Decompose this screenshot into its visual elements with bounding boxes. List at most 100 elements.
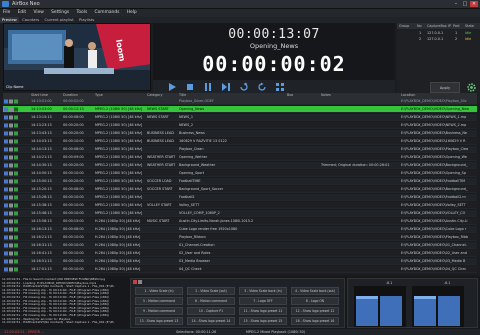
row-title: 02_User and Roles bbox=[179, 251, 211, 255]
menu-tools[interactable]: Tools bbox=[73, 9, 90, 16]
row-cat: SOCCER LOAD bbox=[147, 179, 172, 183]
row-loc: E:\PLAYBOX_DEMO\VIDEO\Playbox_Clea bbox=[401, 147, 469, 151]
row-start: 14:15:58:13 bbox=[31, 219, 52, 223]
gfx-button[interactable]: 10 - Capture P1 bbox=[187, 307, 235, 315]
row-dur: 00:00:09:00 bbox=[63, 155, 84, 159]
row-dur: 00:00:08:00 bbox=[63, 115, 84, 119]
row-status-icon bbox=[4, 219, 18, 224]
minimize-icon[interactable]: – bbox=[452, 1, 460, 7]
close-icon[interactable]: ✕ bbox=[470, 1, 478, 7]
row-start: 14:13:03:00 bbox=[31, 107, 52, 111]
side-header-port: Port bbox=[453, 24, 460, 28]
skip-next-icon[interactable] bbox=[221, 82, 231, 92]
gfx-button[interactable]: 5 - Motion command bbox=[135, 297, 183, 305]
apply-button[interactable]: Apply bbox=[430, 82, 460, 93]
row-title: 01_Channel-Creation bbox=[179, 243, 215, 247]
row-cat: BUSINESS LEAD bbox=[147, 139, 174, 143]
row-cat: SOCCER START bbox=[147, 187, 173, 191]
side-row[interactable]: 2 127.0.0.1 2 Idle bbox=[397, 36, 480, 42]
playlist-row[interactable]: 14:13:43:13 00:00:20:00 MPEG-2 (1080i 50) … bbox=[3, 130, 477, 137]
row-start: 14:15:00:13 bbox=[31, 179, 52, 183]
playlist-row[interactable]: 14:14:50:13 00:00:10:00 MPEG-2 (1080i 50) … bbox=[3, 170, 477, 177]
gfx-button[interactable]: 13 - Show logo preset 13 bbox=[135, 317, 183, 325]
gfx-button[interactable]: 3 - Video Scale back (in) bbox=[239, 287, 287, 295]
row-type: H.264 (1080p 50) [48 kHz] bbox=[95, 227, 141, 231]
row-status-icon bbox=[4, 251, 18, 256]
row-type: H.264 (1080p 50) [48 kHz] bbox=[95, 235, 141, 239]
menu-settings[interactable]: Settings bbox=[48, 9, 72, 16]
gfx-button[interactable]: 6 - Motion command bbox=[187, 297, 235, 305]
playlist-row[interactable]: 14:13:01:00 00:00:02:00 Playbox_Silver-ODE… bbox=[3, 98, 477, 105]
menu-help[interactable]: Help bbox=[124, 9, 140, 16]
status-bar: 11:03:02:51 - ERROR ... Selections: 00:0… bbox=[0, 329, 480, 335]
playlist-row[interactable]: 14:16:51:13 00:00:10:00 H.264 (1080p 50) [… bbox=[3, 258, 477, 265]
row-title: FootballTIME bbox=[179, 179, 201, 183]
row-status-icon bbox=[4, 211, 18, 216]
row-type: H.264 (1080p 50) [48 kHz] bbox=[95, 219, 141, 223]
gfx-button[interactable]: 8 - Logo ON bbox=[291, 297, 339, 305]
playlist-row[interactable]: 14:16:41:13 00:00:10:00 H.264 (1080p 50) [… bbox=[3, 250, 477, 257]
row-dur: 00:00:08:00 bbox=[63, 227, 84, 231]
row-status-icon bbox=[4, 123, 18, 128]
playlist-row[interactable]: 14:13:03:00 00:00:12:13 MPEG-2 (1080i 50) … bbox=[3, 106, 477, 113]
gfx-button[interactable]: 16 - Show logo preset 16 bbox=[291, 317, 339, 325]
playlist-row[interactable]: 14:15:48:13 00:00:10:00 MPEG-2 (1080i 50) … bbox=[3, 210, 477, 217]
playlist-row[interactable]: 14:14:30:13 00:00:20:00 MPEG-2 (1080i 50) … bbox=[3, 162, 477, 169]
row-start: 14:15:20:13 bbox=[31, 187, 52, 191]
menu-edit[interactable]: Edit bbox=[15, 9, 30, 16]
playlist-row[interactable]: 14:15:20:13 00:00:08:00 MPEG-2 (1080i 50) … bbox=[3, 186, 477, 193]
playlist-row[interactable]: 14:15:58:13 00:00:15:00 H.264 (1080p 50) [… bbox=[3, 218, 477, 225]
stop-icon[interactable] bbox=[185, 82, 195, 92]
row-type: H.264 (1080p 50) [48 kHz] bbox=[95, 259, 141, 263]
play-icon[interactable] bbox=[167, 82, 177, 92]
elapsed-timecode: 00:00:13:07 bbox=[228, 27, 320, 42]
pause-icon[interactable] bbox=[203, 82, 213, 92]
row-dur: 00:00:10:00 bbox=[63, 211, 84, 215]
gear-icon[interactable] bbox=[466, 82, 477, 93]
gfx-button[interactable]: 11 - Show logo preset 11 bbox=[239, 307, 287, 315]
gfx-button[interactable]: 15 - Show logo preset 15 bbox=[239, 317, 287, 325]
gfx-button[interactable]: 4 - Video Scale back (out) bbox=[291, 287, 339, 295]
row-start: 14:14:03:13 bbox=[31, 139, 52, 143]
playlist-row[interactable]: 14:13:15:13 00:00:08:00 MPEG-2 (1080i 50) … bbox=[3, 114, 477, 121]
refresh-icon[interactable] bbox=[257, 82, 267, 92]
row-title: Volley_SETT bbox=[179, 203, 200, 207]
playlist-row[interactable]: 14:16:13:13 00:00:08:00 H.264 (1080p 50) [… bbox=[3, 226, 477, 233]
playlist-row[interactable]: 14:15:28:13 00:00:10:00 MPEG-2 (1080i 50) … bbox=[3, 194, 477, 201]
row-start: 14:16:21:13 bbox=[31, 235, 52, 239]
row-start: 14:13:43:13 bbox=[31, 131, 52, 135]
row-title: Playbox_Clean bbox=[179, 147, 204, 151]
grid-options-icon[interactable] bbox=[275, 82, 285, 92]
gfx-button[interactable]: 14 - Show logo preset 14 bbox=[187, 317, 235, 325]
row-cat: NEWS START bbox=[147, 115, 169, 119]
playlist-row[interactable]: 14:13:23:13 00:00:20:00 MPEG-2 (1080i 50) … bbox=[3, 122, 477, 129]
playlist-row[interactable]: 14:14:21:13 00:00:09:00 MPEG-2 (1080i 50) … bbox=[3, 154, 477, 161]
playlist-row[interactable]: 14:14:03:13 00:00:10:00 MPEG-2 (1080i 50) … bbox=[3, 138, 477, 145]
menu-view[interactable]: View bbox=[30, 9, 46, 16]
menu-file[interactable]: File bbox=[0, 9, 13, 16]
playlist-row[interactable]: 14:16:31:13 00:00:10:00 H.264 (1080p 50) [… bbox=[3, 242, 477, 249]
gfx-button[interactable]: 1 - Video Scale (in) bbox=[135, 287, 183, 295]
audio-level-left: -6.1 bbox=[386, 281, 393, 285]
menu-commands[interactable]: Commands bbox=[92, 9, 123, 16]
row-notes: Trimmed; Original duration: 00:00:26:02 bbox=[321, 163, 390, 167]
gfx-button[interactable]: 12 - Show logo preset 12 bbox=[291, 307, 339, 315]
preview-caption: Clip Name bbox=[6, 85, 24, 89]
playlist-row[interactable]: 14:15:00:13 00:00:20:00 MPEG-2 (1080i 50) … bbox=[3, 178, 477, 185]
record-icon[interactable] bbox=[133, 280, 143, 285]
row-type: MPEG-2 (1080i 50) [48 kHz] bbox=[95, 171, 143, 175]
playlist-row[interactable]: 14:14:13:13 00:00:08:00 MPEG-2 (1080i 50) … bbox=[3, 146, 477, 153]
loop-icon[interactable] bbox=[239, 82, 249, 92]
gfx-button[interactable]: 9 - Motion command bbox=[135, 307, 183, 315]
playlist-row[interactable]: 14:15:38:13 00:00:10:00 MPEG-2 (1080i 50) … bbox=[3, 202, 477, 209]
gfx-button[interactable]: 7 - Logo OFF bbox=[239, 297, 287, 305]
side-row-ip: 127.0.0.1 bbox=[427, 37, 444, 41]
maximize-icon[interactable]: □ bbox=[461, 1, 469, 7]
row-loc: E:\PLAYBOX_DEMO\VIDEO\Opening_Sp bbox=[401, 171, 466, 175]
row-type: MPEG-2 (1080i 50) [48 kHz] bbox=[95, 187, 143, 191]
playlist-row[interactable]: 14:16:21:13 00:00:10:00 H.264 (1080p 50) [… bbox=[3, 234, 477, 241]
gfx-button[interactable]: 2 - Video Scale (out) bbox=[187, 287, 235, 295]
playlist-row[interactable]: 14:17:01:13 00:00:10:00 H.264 (1080p 50) [… bbox=[3, 266, 477, 273]
row-status-icon bbox=[4, 195, 18, 200]
row-dur: 00:00:20:00 bbox=[63, 179, 84, 183]
